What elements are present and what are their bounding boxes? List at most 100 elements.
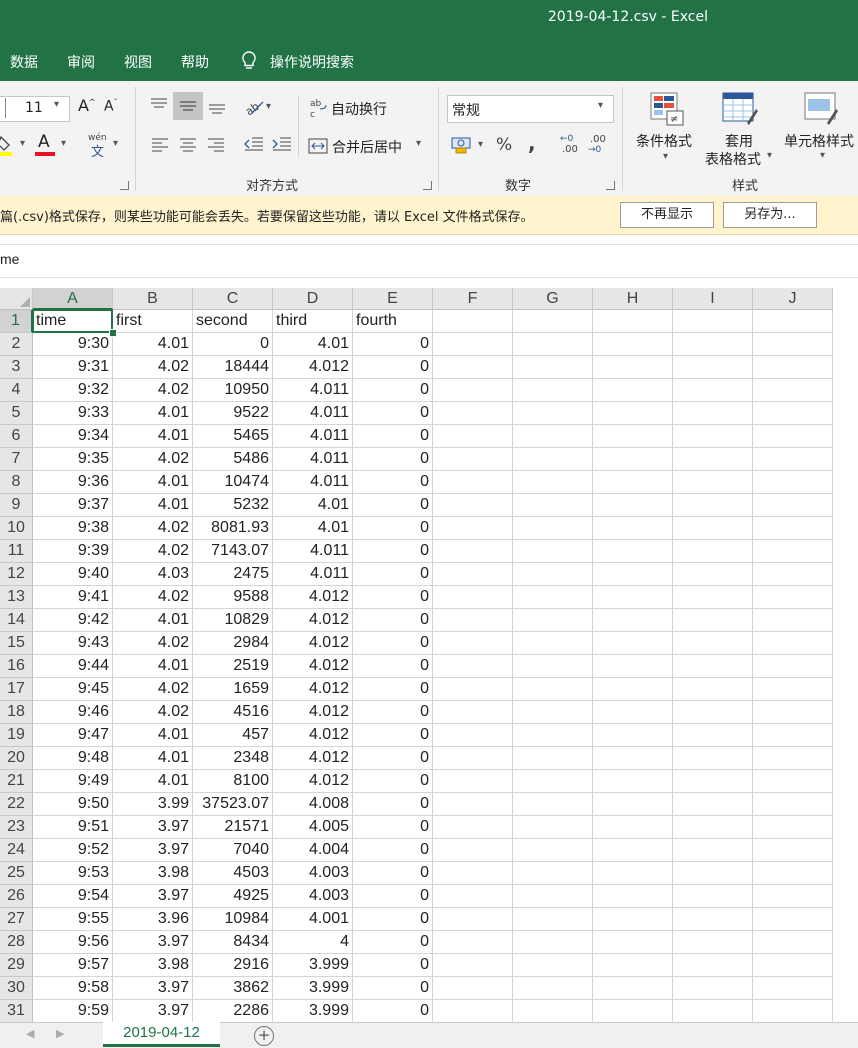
grid-cell[interactable]: 9:58	[33, 977, 113, 1000]
grid-cell[interactable]: second	[193, 310, 273, 333]
grid-cell[interactable]: 4.012	[273, 356, 353, 379]
row-header[interactable]: 21	[0, 770, 33, 793]
grid-cell[interactable]: 8100	[193, 770, 273, 793]
grid-cell[interactable]: 4.012	[273, 632, 353, 655]
grid-cell[interactable]: 4.011	[273, 425, 353, 448]
grid-cell[interactable]	[513, 655, 593, 678]
grid-cell[interactable]: 9:31	[33, 356, 113, 379]
grid-cell[interactable]: 4.012	[273, 747, 353, 770]
grid-cell[interactable]: 3.97	[113, 816, 193, 839]
grid-cell[interactable]: 9:32	[33, 379, 113, 402]
grid-cell[interactable]	[433, 425, 513, 448]
grid-cell[interactable]	[673, 379, 753, 402]
grid-cell[interactable]: 4.01	[273, 333, 353, 356]
grid-cell[interactable]	[433, 678, 513, 701]
grid-cell[interactable]	[513, 379, 593, 402]
chevron-down-icon[interactable]: ▾	[61, 138, 66, 149]
grid-cell[interactable]: 4.01	[113, 471, 193, 494]
grid-cell[interactable]: 4.012	[273, 655, 353, 678]
grid-cell[interactable]	[433, 586, 513, 609]
grid-cell[interactable]: 10950	[193, 379, 273, 402]
grid-cell[interactable]: 9:37	[33, 494, 113, 517]
grid-cell[interactable]	[753, 1000, 833, 1022]
grid-cell[interactable]	[673, 310, 753, 333]
grid-cell[interactable]: 0	[353, 563, 433, 586]
chevron-down-icon[interactable]: ▾	[266, 101, 271, 112]
grid-cell[interactable]: 0	[353, 333, 433, 356]
dont-show-again-button[interactable]: 不再显示	[620, 202, 714, 228]
grid-cell[interactable]: 0	[353, 586, 433, 609]
grid-cell[interactable]: 4.011	[273, 402, 353, 425]
grid-cell[interactable]: 0	[353, 885, 433, 908]
row-header[interactable]: 27	[0, 908, 33, 931]
grid-cell[interactable]: 4503	[193, 862, 273, 885]
grid-cell[interactable]	[593, 333, 673, 356]
row-header[interactable]: 11	[0, 540, 33, 563]
chevron-down-icon[interactable]: ▾	[113, 138, 118, 149]
grid-cell[interactable]	[593, 632, 673, 655]
grid-cell[interactable]	[593, 655, 673, 678]
grid-cell[interactable]	[513, 839, 593, 862]
grid-cell[interactable]: 0	[353, 1000, 433, 1022]
grid-cell[interactable]: 0	[353, 908, 433, 931]
grid-cell[interactable]: 0	[353, 655, 433, 678]
grid-cell[interactable]	[593, 425, 673, 448]
grid-cell[interactable]: 9:51	[33, 816, 113, 839]
grid-cell[interactable]: 0	[353, 770, 433, 793]
grid-cell[interactable]	[673, 609, 753, 632]
percent-style-button[interactable]: %	[496, 135, 512, 155]
grid-cell[interactable]	[433, 862, 513, 885]
grid-cell[interactable]	[593, 793, 673, 816]
row-header[interactable]: 9	[0, 494, 33, 517]
grid-cell[interactable]: 2475	[193, 563, 273, 586]
grid-cell[interactable]: 9:53	[33, 862, 113, 885]
grid-cell[interactable]: 4.005	[273, 816, 353, 839]
font-dialog-launcher[interactable]	[120, 181, 129, 190]
grid-cell[interactable]	[673, 770, 753, 793]
align-left-icon[interactable]	[150, 134, 170, 154]
grid-cell[interactable]: 9:39	[33, 540, 113, 563]
grid-cell[interactable]: 3.98	[113, 954, 193, 977]
grid-cell[interactable]	[433, 517, 513, 540]
grid-cell[interactable]	[513, 356, 593, 379]
grid-cell[interactable]	[753, 931, 833, 954]
grid-cell[interactable]: 9:49	[33, 770, 113, 793]
grid-cell[interactable]	[753, 908, 833, 931]
grid-cell[interactable]: 4.03	[113, 563, 193, 586]
grid-cell[interactable]	[593, 747, 673, 770]
grid-cell[interactable]	[433, 563, 513, 586]
grid-cell[interactable]	[593, 517, 673, 540]
grid-cell[interactable]	[433, 931, 513, 954]
grid-cell[interactable]: 4.02	[113, 448, 193, 471]
grid-cell[interactable]	[513, 1000, 593, 1022]
grid-cell[interactable]	[513, 517, 593, 540]
number-dialog-launcher[interactable]	[606, 181, 615, 190]
align-bottom-icon[interactable]	[206, 95, 228, 117]
grid-cell[interactable]: 0	[353, 448, 433, 471]
align-top-icon[interactable]	[148, 95, 170, 117]
align-middle-button[interactable]	[173, 92, 203, 120]
grid-cell[interactable]: time	[33, 310, 113, 333]
row-header[interactable]: 4	[0, 379, 33, 402]
grid-cell[interactable]: 0	[353, 839, 433, 862]
grid-cell[interactable]: 9:59	[33, 1000, 113, 1022]
grid-cell[interactable]: 9522	[193, 402, 273, 425]
grid-cell[interactable]: 4.012	[273, 701, 353, 724]
grid-cell[interactable]: 4.02	[113, 540, 193, 563]
tab-data[interactable]: 数据	[10, 52, 38, 72]
grid-cell[interactable]: 4.01	[113, 494, 193, 517]
row-header[interactable]: 31	[0, 1000, 33, 1022]
grid-cell[interactable]	[593, 724, 673, 747]
grid-cell[interactable]: 0	[353, 471, 433, 494]
number-format-dropdown[interactable]: 常规 ▾	[447, 95, 614, 123]
grid-cell[interactable]: 4.01	[113, 333, 193, 356]
grid-cell[interactable]	[433, 770, 513, 793]
grid-cell[interactable]: 4.02	[113, 356, 193, 379]
grid-cell[interactable]	[433, 402, 513, 425]
fill-handle[interactable]	[109, 329, 117, 337]
grid-cell[interactable]	[593, 471, 673, 494]
grid-cell[interactable]	[753, 839, 833, 862]
grid-cell[interactable]	[593, 1000, 673, 1022]
grid-cell[interactable]	[753, 770, 833, 793]
column-header[interactable]: A	[33, 288, 113, 310]
